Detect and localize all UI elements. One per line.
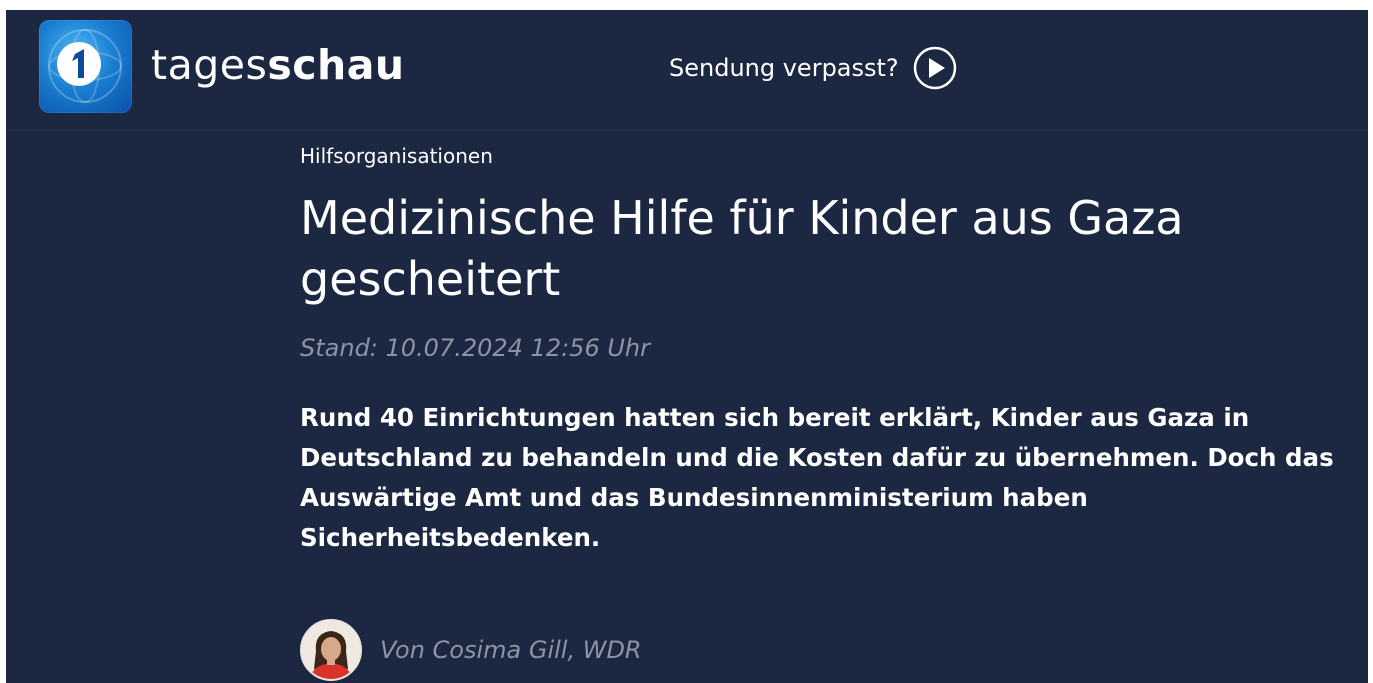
page: tagesschau Sendung verpasst? Hilfsorgani… xyxy=(6,10,1368,683)
missed-show-label: Sendung verpasst? xyxy=(669,54,899,82)
brand-bold: schau xyxy=(267,41,405,89)
article-timestamp: Stand: 10.07.2024 12:56 Uhr xyxy=(300,334,650,362)
author-avatar[interactable] xyxy=(300,619,362,681)
article-kicker: Hilfsorganisationen xyxy=(300,144,493,168)
brand-light: tages xyxy=(151,41,268,89)
article-teaser: Rund 40 Einrichtungen hatten sich bereit… xyxy=(300,403,1334,552)
article-headline: Medizinische Hilfe für Kinder aus Gaza g… xyxy=(300,191,1184,306)
brand-wordmark[interactable]: tagesschau xyxy=(151,40,405,90)
site-header: tagesschau Sendung verpasst? xyxy=(6,10,1368,131)
play-circle-icon xyxy=(913,46,956,90)
author-name: Von Cosima Gill, WDR xyxy=(380,636,642,664)
author-byline[interactable]: Von Cosima Gill, WDR xyxy=(300,618,642,682)
ard-logo-icon[interactable] xyxy=(39,20,132,113)
missed-show-button[interactable]: Sendung verpasst? xyxy=(669,46,957,90)
